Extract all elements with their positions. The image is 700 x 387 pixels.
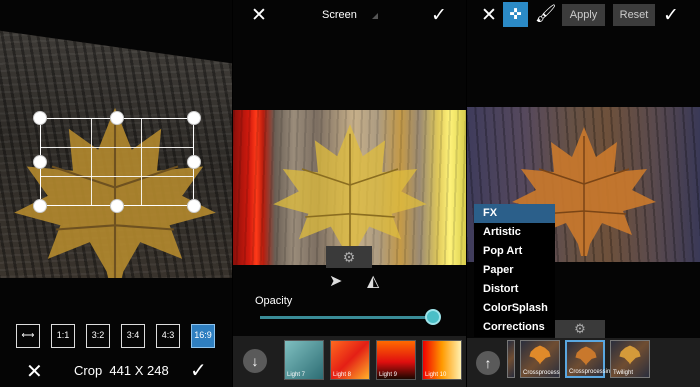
- leaf-image: [273, 124, 427, 262]
- effect-label: Crossprocessin: [569, 369, 611, 375]
- blend-toolbar: ✕ Screen ✓: [233, 0, 466, 30]
- blend-panel: ✕ Screen ✓ ⚙ ➤ ◭ Opacity ↓ Light 7 Light…: [233, 0, 466, 387]
- ratio-free-button[interactable]: ⟷: [16, 324, 40, 348]
- overlay-label: Light 7: [287, 372, 306, 378]
- effect-thumbnail[interactable]: Crossprocess: [520, 340, 560, 378]
- checkmark-icon[interactable]: ✓: [663, 4, 679, 27]
- move-icon[interactable]: ✜: [503, 2, 528, 27]
- overlay-label: Light 10: [425, 372, 447, 378]
- effect-thumbnail[interactable]: Twilight: [610, 340, 650, 378]
- send-icon[interactable]: ➤: [329, 271, 342, 291]
- crop-handle-mid-left[interactable]: [33, 155, 47, 169]
- opacity-slider-track[interactable]: [260, 316, 432, 319]
- reset-button[interactable]: Reset: [613, 4, 655, 26]
- blend-mode-select[interactable]: Screen: [322, 9, 357, 21]
- overlay-label: Light 9: [379, 372, 398, 378]
- menu-item-colorsplash[interactable]: ColorSplash: [474, 299, 555, 318]
- aspect-ratio-bar: ⟷ 1:1 3:2 3:4 4:3 16:9: [16, 324, 215, 348]
- opacity-label: Opacity: [255, 295, 293, 307]
- crop-size-label: Crop 441 X 248: [74, 363, 169, 378]
- ratio-16-9-button[interactable]: 16:9: [191, 324, 215, 348]
- overlay-label: Light 8: [333, 372, 352, 378]
- crop-bottom-bar: ✕ Crop 441 X 248 ✓: [0, 355, 232, 387]
- menu-item-distort[interactable]: Distort: [474, 280, 555, 299]
- blend-photo: [233, 110, 466, 265]
- ratio-3-4-button[interactable]: 3:4: [121, 324, 145, 348]
- gear-icon[interactable]: ⚙: [326, 246, 372, 268]
- brush-icon[interactable]: 🖌: [535, 4, 557, 24]
- crop-handle-top-mid[interactable]: [110, 111, 124, 125]
- overlay-thumbnail[interactable]: Light 9: [376, 340, 416, 380]
- menu-item-pop-art[interactable]: Pop Art: [474, 242, 555, 261]
- overlay-thumbnail[interactable]: Light 10: [422, 340, 462, 380]
- effect-label: Twilight: [613, 370, 634, 376]
- overlay-thumbnail[interactable]: Light 7: [284, 340, 324, 380]
- effect-label: Crossprocess: [523, 370, 560, 376]
- dropdown-corner-icon: [372, 13, 378, 19]
- effects-strip: ↑ Crossprocess Crossprocessin Twilight: [467, 338, 700, 387]
- effects-panel: ✕ ✜ 🖌 Apply Reset ✓ FX Artistic Pop Art …: [467, 0, 700, 387]
- arrow-up-icon[interactable]: ↑: [476, 351, 500, 375]
- menu-item-artistic[interactable]: Artistic: [474, 223, 555, 242]
- checkmark-icon[interactable]: ✓: [431, 4, 447, 27]
- crop-handle-bottom-right[interactable]: [187, 199, 201, 213]
- effects-category-menu: FX Artistic Pop Art Paper Distort ColorS…: [474, 204, 555, 337]
- crop-dimensions: 441 X 248: [109, 363, 169, 378]
- ratio-3-2-button[interactable]: 3:2: [86, 324, 110, 348]
- close-icon[interactable]: ✕: [481, 4, 497, 27]
- crop-handle-bottom-mid[interactable]: [110, 199, 124, 213]
- opacity-slider-handle[interactable]: [425, 309, 441, 325]
- menu-item-fx[interactable]: FX: [474, 204, 555, 223]
- checkmark-icon[interactable]: ✓: [190, 358, 207, 383]
- gear-icon[interactable]: ⚙: [555, 320, 605, 338]
- overlay-strip: ↓ Light 7 Light 8 Light 9 Light 10: [233, 336, 466, 387]
- close-icon[interactable]: ✕: [26, 359, 43, 384]
- crop-title: Crop: [74, 363, 103, 378]
- menu-item-corrections[interactable]: Corrections: [474, 318, 555, 337]
- crop-handle-bottom-left[interactable]: [33, 199, 47, 213]
- crop-panel: ⟷ 1:1 3:2 3:4 4:3 16:9 ✕ Crop 441 X 248 …: [0, 0, 232, 387]
- menu-item-paper[interactable]: Paper: [474, 261, 555, 280]
- effects-toolbar: ✕ ✜ 🖌 Apply Reset ✓: [467, 0, 700, 30]
- close-icon[interactable]: ✕: [251, 4, 267, 27]
- crop-handle-top-left[interactable]: [33, 111, 47, 125]
- ratio-4-3-button[interactable]: 4:3: [156, 324, 180, 348]
- effect-thumbnail[interactable]: Crossprocessin: [565, 340, 610, 378]
- flip-icon[interactable]: ◭: [367, 271, 379, 291]
- arrow-down-icon[interactable]: ↓: [243, 349, 267, 373]
- apply-button[interactable]: Apply: [562, 4, 605, 26]
- overlay-thumbnail[interactable]: Light 8: [330, 340, 370, 380]
- crop-handle-top-right[interactable]: [187, 111, 201, 125]
- ratio-1-1-button[interactable]: 1:1: [51, 324, 75, 348]
- crop-handle-mid-right[interactable]: [187, 155, 201, 169]
- effect-thumbnail[interactable]: [507, 340, 515, 378]
- crop-frame[interactable]: [40, 118, 194, 206]
